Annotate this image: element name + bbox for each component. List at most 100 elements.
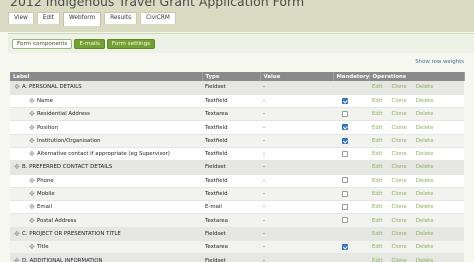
row-value: - xyxy=(260,213,333,228)
delete-link[interactable]: Delete xyxy=(416,218,434,224)
row-mandatory xyxy=(333,81,369,95)
drag-handle-icon[interactable]: ✥ xyxy=(29,217,37,225)
clone-link[interactable]: Clone xyxy=(391,84,406,90)
mandatory-checkbox[interactable] xyxy=(342,243,348,250)
row-operations: Edit Clone Delete xyxy=(369,253,464,262)
clone-link[interactable]: Clone xyxy=(391,164,406,170)
delete-link[interactable]: Delete xyxy=(416,231,434,237)
tab-results[interactable]: Results xyxy=(104,12,138,24)
tab-webform[interactable]: Webform xyxy=(63,12,102,26)
show-row-weights-link[interactable]: Show row weights xyxy=(415,59,464,65)
drag-handle-icon[interactable]: ✥ xyxy=(14,83,22,91)
drag-handle-icon[interactable]: ✥ xyxy=(29,150,37,158)
drag-handle-icon[interactable]: ✥ xyxy=(29,203,37,211)
mandatory-checkbox[interactable] xyxy=(342,124,348,131)
delete-link[interactable]: Delete xyxy=(416,178,434,184)
clone-link[interactable]: Clone xyxy=(391,204,406,210)
row-type: Textfield xyxy=(202,94,260,109)
clone-link[interactable]: Clone xyxy=(391,111,406,117)
tab-view[interactable]: View xyxy=(8,12,34,24)
row-type: Textfield xyxy=(202,174,260,188)
delete-link[interactable]: Delete xyxy=(416,244,434,250)
mandatory-checkbox[interactable] xyxy=(342,190,348,197)
clone-link[interactable]: Clone xyxy=(391,178,406,184)
row-operations: Edit Clone Delete xyxy=(369,134,464,148)
mandatory-checkbox[interactable] xyxy=(342,204,348,211)
edit-link[interactable]: Edit xyxy=(372,231,382,237)
delete-link[interactable]: Delete xyxy=(416,151,434,157)
edit-link[interactable]: Edit xyxy=(372,151,382,157)
clone-link[interactable]: Clone xyxy=(391,138,406,144)
mandatory-checkbox[interactable] xyxy=(342,110,348,117)
delete-link[interactable]: Delete xyxy=(416,258,434,262)
mandatory-checkbox[interactable] xyxy=(342,97,348,104)
clone-link[interactable]: Clone xyxy=(391,125,406,131)
drag-handle-icon[interactable]: ✥ xyxy=(14,257,22,262)
drag-handle-icon[interactable]: ✥ xyxy=(29,137,37,145)
row-label: C. PROJECT OR PRESENTATION TITLE xyxy=(22,230,121,237)
row-label: A. PERSONAL DETAILS xyxy=(22,84,82,91)
edit-link[interactable]: Edit xyxy=(372,191,382,197)
clone-link[interactable]: Clone xyxy=(391,98,406,104)
edit-link[interactable]: Edit xyxy=(372,244,382,250)
edit-link[interactable]: Edit xyxy=(372,178,382,184)
subtab-e-mails[interactable]: E-mails xyxy=(74,39,105,49)
drag-handle-icon[interactable]: ✥ xyxy=(29,110,37,118)
edit-link[interactable]: Edit xyxy=(372,258,382,262)
drag-handle-icon[interactable]: ✥ xyxy=(29,97,37,105)
edit-link[interactable]: Edit xyxy=(372,138,382,144)
row-label-cell: ✥ Phone xyxy=(10,174,202,188)
edit-link[interactable]: Edit xyxy=(372,98,382,104)
delete-link[interactable]: Delete xyxy=(416,84,434,90)
tab-edit[interactable]: Edit xyxy=(36,12,60,24)
row-mandatory xyxy=(333,187,369,202)
edit-link[interactable]: Edit xyxy=(372,84,382,90)
table-header-row: Label Type Value Mandatory Operations xyxy=(10,72,465,81)
row-label-cell: ✥ B. PREFERRED CONTACT DETAILS xyxy=(10,160,202,175)
clone-link[interactable]: Clone xyxy=(391,231,406,237)
edit-link[interactable]: Edit xyxy=(372,204,382,210)
clone-link[interactable]: Clone xyxy=(391,244,406,250)
table-row: ✥ Postal Address Textarea - Edit Clone Delete xyxy=(10,213,464,228)
delete-link[interactable]: Delete xyxy=(416,111,434,117)
clone-link[interactable]: Clone xyxy=(391,218,406,224)
drag-handle-icon[interactable]: ✥ xyxy=(29,190,37,198)
col-header-type[interactable]: Type xyxy=(202,72,261,81)
row-operations: Edit Clone Delete xyxy=(369,107,464,122)
col-header-value[interactable]: Value xyxy=(260,72,334,81)
mandatory-checkbox[interactable] xyxy=(342,177,348,184)
col-header-label[interactable]: Label xyxy=(10,72,203,81)
edit-link[interactable]: Edit xyxy=(372,125,382,131)
mandatory-checkbox[interactable] xyxy=(342,217,348,224)
col-header-mandatory[interactable]: Mandatory xyxy=(333,72,370,81)
edit-link[interactable]: Edit xyxy=(372,164,382,170)
edit-link[interactable]: Edit xyxy=(372,111,382,117)
mandatory-checkbox[interactable] xyxy=(342,137,348,144)
row-value: - xyxy=(260,147,333,162)
row-operations: Edit Clone Delete xyxy=(369,94,464,109)
clone-link[interactable]: Clone xyxy=(391,191,406,197)
subtab-form-components[interactable]: Form components xyxy=(12,39,73,49)
clone-link[interactable]: Clone xyxy=(391,258,406,262)
row-value: - xyxy=(260,94,333,109)
drag-handle-icon[interactable]: ✥ xyxy=(29,243,37,251)
delete-link[interactable]: Delete xyxy=(416,98,434,104)
subtab-form-settings[interactable]: Form settings xyxy=(106,39,156,49)
delete-link[interactable]: Delete xyxy=(416,204,434,210)
drag-handle-icon[interactable]: ✥ xyxy=(14,163,22,171)
drag-handle-icon[interactable]: ✥ xyxy=(14,230,22,238)
edit-link[interactable]: Edit xyxy=(372,218,382,224)
delete-link[interactable]: Delete xyxy=(416,125,434,131)
secondary-tabs: Form components E-mails Form settings xyxy=(12,39,157,49)
drag-handle-icon[interactable]: ✥ xyxy=(29,124,37,132)
row-label: D. ADDITIONAL INFORMATION xyxy=(22,257,103,262)
delete-link[interactable]: Delete xyxy=(416,191,434,197)
row-type: Fieldset xyxy=(202,227,260,242)
drag-handle-icon[interactable]: ✥ xyxy=(29,177,37,185)
page-header: 2012 Indigenous Travel Grant Application… xyxy=(0,0,474,32)
delete-link[interactable]: Delete xyxy=(416,138,434,144)
delete-link[interactable]: Delete xyxy=(416,164,434,170)
clone-link[interactable]: Clone xyxy=(391,151,406,157)
mandatory-checkbox[interactable] xyxy=(342,150,348,157)
tab-civicrm[interactable]: CiviCRM xyxy=(140,12,176,24)
